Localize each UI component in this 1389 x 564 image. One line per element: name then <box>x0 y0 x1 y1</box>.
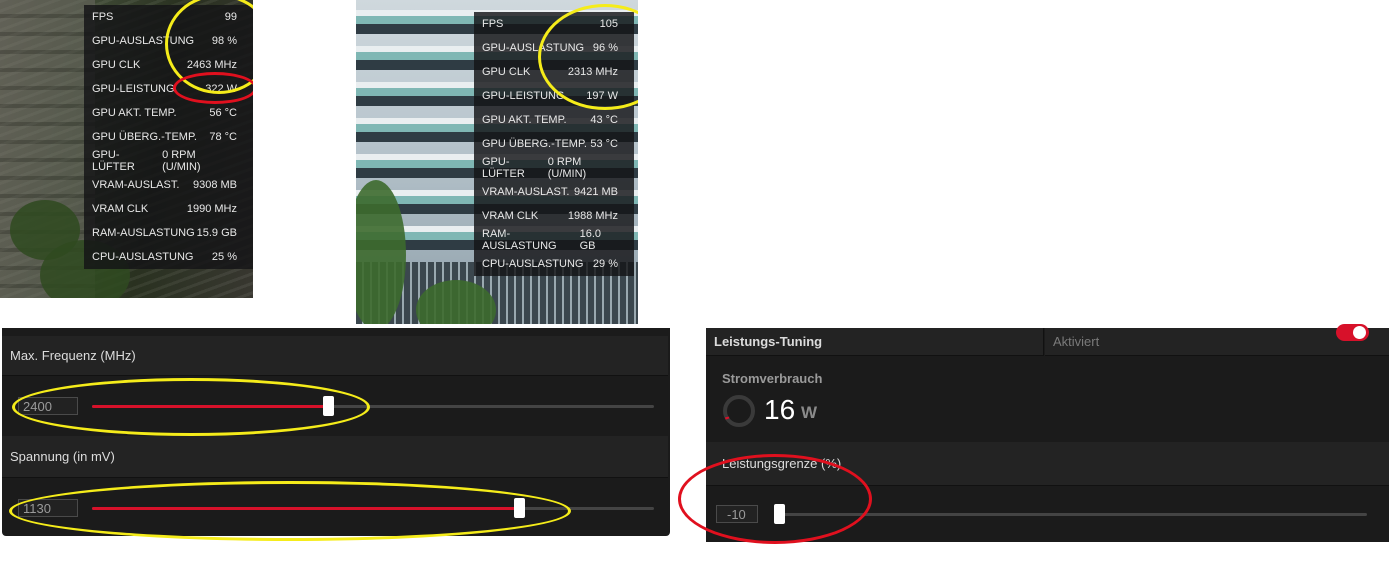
metric-value: 16.0 GB <box>579 228 602 252</box>
metric-value: 1988 MHz <box>567 210 618 222</box>
metric-value: 56 °C <box>209 107 237 119</box>
metric-row: VRAM-AUSLAST. 9421 MB <box>474 180 634 204</box>
metric-row: GPU-LÜFTER 0 RPM (U/MIN) <box>84 149 253 173</box>
metric-row: GPU ÜBERG.-TEMP. 78 °C <box>84 125 253 149</box>
metric-label: RAM-AUSLASTUNG <box>482 228 557 252</box>
metric-label: RAM-AUSLASTUNG <box>92 227 195 239</box>
power-tuning-state: Aktiviert <box>1053 334 1100 349</box>
metric-value: 0 RPM (U/MIN) <box>547 156 587 180</box>
gpu-tuning-panel: Max. Frequenz (MHz) 2400 Spannung (in mV… <box>2 328 670 541</box>
metric-value: 43 °C <box>590 114 618 126</box>
metric-label: FPS <box>482 18 504 30</box>
metric-label: GPU-LEISTUNG <box>482 90 565 102</box>
max-frequency-header: Max. Frequenz (MHz) <box>2 336 668 376</box>
metric-label: GPU AKT. TEMP. <box>482 114 567 126</box>
metric-label: GPU ÜBERG.-TEMP. <box>92 131 197 143</box>
metric-row: CPU-AUSLASTUNG 25 % <box>84 245 253 269</box>
power-consumption-label: Stromverbrauch <box>722 371 823 386</box>
power-gauge-icon <box>723 395 755 427</box>
metric-value: 1990 MHz <box>186 203 237 215</box>
metric-label: CPU-AUSLASTUNG <box>92 251 194 263</box>
metric-row: RAM-AUSLASTUNG 16.0 GB <box>474 228 634 252</box>
metric-label: GPU AKT. TEMP. <box>92 107 177 119</box>
metric-row: GPU AKT. TEMP. 43 °C <box>474 108 634 132</box>
metric-label: VRAM-AUSLAST. <box>482 186 570 198</box>
metric-label: CPU-AUSLASTUNG <box>482 258 584 270</box>
voltage-label: Spannung (in mV) <box>10 449 115 464</box>
metric-label: GPU-LÜFTER <box>482 156 525 180</box>
metric-label: VRAM CLK <box>482 210 539 222</box>
toggle-knob <box>1353 326 1366 339</box>
game-screenshot-1: FPS 99 GPU-AUSLASTUNG 98 % GPU CLK 2463 MHz GP… <box>0 0 253 298</box>
power-tuning-toggle[interactable] <box>1336 324 1369 341</box>
voltage-header: Spannung (in mV) <box>2 436 668 478</box>
metric-label: GPU CLK <box>92 59 141 71</box>
metric-row: VRAM CLK 1988 MHz <box>474 204 634 228</box>
metric-value: 29 % <box>592 258 618 270</box>
yellow-highlight-circle <box>12 378 370 436</box>
metric-label: FPS <box>92 11 114 23</box>
metric-label: VRAM CLK <box>92 203 149 215</box>
metric-value: 78 °C <box>209 131 237 143</box>
yellow-highlight-circle <box>9 481 571 541</box>
power-tuning-header: Leistungs-Tuning <box>706 328 1044 356</box>
metric-label: GPU-LEISTUNG <box>92 83 175 95</box>
metric-row: CPU-AUSLASTUNG 29 % <box>474 252 634 276</box>
power-consumption-value: 16 <box>764 394 796 425</box>
metric-row: GPU-LÜFTER 0 RPM (U/MIN) <box>474 156 634 180</box>
game-screenshot-2: FPS 105 GPU-AUSLASTUNG 96 % GPU CLK 2313 MHz G… <box>356 0 638 324</box>
power-consumption-unit: W <box>801 403 818 422</box>
power-tuning-panel: Leistungs-Tuning Aktiviert Stromverbrauc… <box>678 324 1389 544</box>
power-tuning-label: Leistungs-Tuning <box>714 334 823 349</box>
metric-value: 53 °C <box>590 138 618 150</box>
metric-row: VRAM-AUSLAST. 9308 MB <box>84 173 253 197</box>
metric-row: GPU AKT. TEMP. 56 °C <box>84 101 253 125</box>
metric-value: 0 RPM (U/MIN) <box>162 149 201 173</box>
metric-label: GPU-LÜFTER <box>92 149 135 173</box>
metric-label: GPU ÜBERG.-TEMP. <box>482 138 587 150</box>
metric-value: 25 % <box>211 251 237 263</box>
max-frequency-label: Max. Frequenz (MHz) <box>10 348 136 363</box>
metric-value: 9421 MB <box>573 186 618 198</box>
metric-row: VRAM CLK 1990 MHz <box>84 197 253 221</box>
metric-row: GPU ÜBERG.-TEMP. 53 °C <box>474 132 634 156</box>
red-highlight-circle <box>173 72 253 104</box>
metric-label: GPU CLK <box>482 66 531 78</box>
metric-value: 9308 MB <box>192 179 237 191</box>
metric-row: RAM-AUSLASTUNG 15.9 GB <box>84 221 253 245</box>
metric-label: VRAM-AUSLAST. <box>92 179 180 191</box>
red-highlight-circle <box>678 454 872 544</box>
metric-value: 15.9 GB <box>196 227 237 239</box>
